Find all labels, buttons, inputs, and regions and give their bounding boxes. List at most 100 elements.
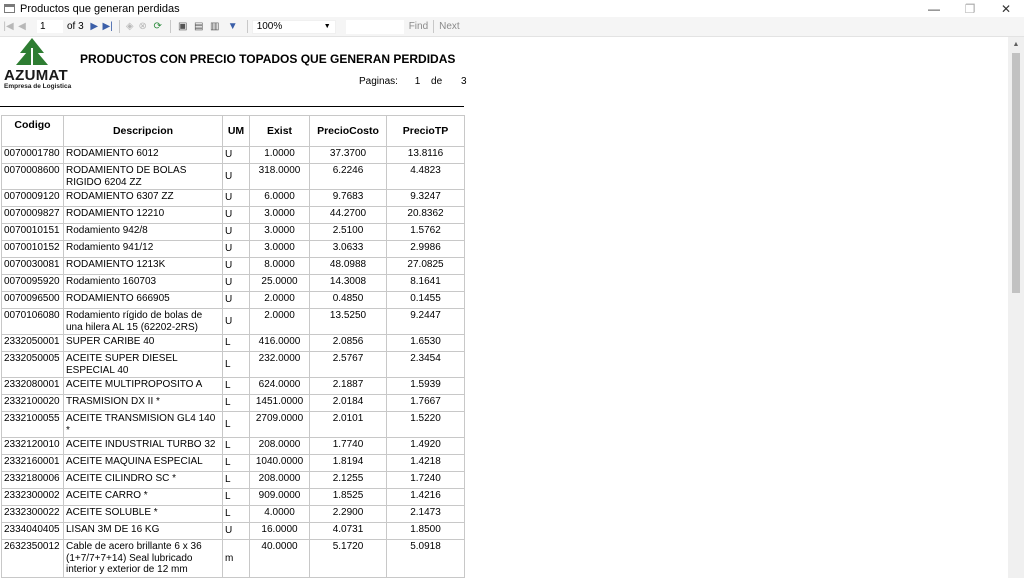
first-page-icon[interactable]: |◀ (2, 17, 15, 36)
table-cell: U (222, 240, 250, 258)
report-toolbar: |◀ ◀ 1 of 3 ▶ ▶| ◈ ⊗ ⟳ ▣ ▤ ▥ ▼ 100% ▼ Fi… (0, 17, 1024, 37)
table-cell: 232.0000 (249, 351, 310, 378)
products-table: Codigo Descripcion UM Exist PrecioCosto Preci… (1, 115, 465, 578)
table-cell: 9.2447 (386, 308, 465, 335)
table-cell: RODAMIENTO DE BOLAS RIGIDO 6204 ZZ (63, 163, 223, 190)
table-cell: ACEITE CARRO * (63, 488, 223, 506)
table-cell: 2.0000 (249, 308, 310, 335)
table-cell: 4.0731 (309, 522, 387, 540)
maximize-button[interactable]: ❐ (952, 0, 988, 17)
table-cell: 416.0000 (249, 334, 310, 352)
table-cell: 1.7240 (386, 471, 465, 489)
table-header-row: Codigo Descripcion UM Exist PrecioCosto Preci… (1, 115, 465, 147)
table-cell: 0070106080 (1, 308, 64, 335)
table-cell: ACEITE MAQUINA ESPECIAL (63, 454, 223, 472)
table-cell: 0070008600 (1, 163, 64, 190)
table-cell: 13.8116 (386, 146, 465, 164)
export-icon[interactable]: ▼ (223, 17, 243, 36)
page-count-label: of 3 (67, 21, 84, 32)
table-cell: L (222, 454, 250, 472)
table-cell: ACEITE SOLUBLE * (63, 505, 223, 523)
table-cell: 13.5250 (309, 308, 387, 335)
table-cell: 2.1887 (309, 377, 387, 395)
table-cell: L (222, 437, 250, 455)
report-viewport[interactable]: AZUMAT Empresa de Logistica PRODUCTOS CO… (0, 37, 1008, 578)
table-cell: U (222, 522, 250, 540)
stop-icon[interactable]: ⊗ (136, 17, 150, 36)
table-row: 2332100055 ACEITE TRANSMISION GL4 140 * L 2… (1, 411, 465, 438)
table-row: 2332120010 ACEITE INDUSTRIAL TURBO 32 L 208… (1, 437, 465, 455)
table-cell: 0.1455 (386, 291, 465, 309)
table-cell: 6.0000 (249, 189, 310, 207)
table-cell: 208.0000 (249, 471, 310, 489)
table-cell: 0070009827 (1, 206, 64, 224)
column-header: UM (222, 115, 250, 147)
table-cell: 4.4823 (386, 163, 465, 190)
table-cell: 2709.0000 (249, 411, 310, 438)
vertical-scrollbar[interactable]: ▲ (1008, 37, 1024, 578)
table-cell: 2332050005 (1, 351, 64, 378)
table-cell: Rodamiento 941/12 (63, 240, 223, 258)
table-cell: 909.0000 (249, 488, 310, 506)
table-cell: 1451.0000 (249, 394, 310, 412)
table-cell: 1.5762 (386, 223, 465, 241)
table-cell: 0.4850 (309, 291, 387, 309)
last-page-icon[interactable]: ▶| (101, 17, 115, 36)
table-cell: 1040.0000 (249, 454, 310, 472)
find-next-link[interactable]: Next (439, 21, 460, 32)
table-row: 2334040405 LISAN 3M DE 16 KG U 16.0000 4.073… (1, 522, 465, 540)
table-cell: 2.0000 (249, 291, 310, 309)
previous-page-icon[interactable]: ◀ (15, 17, 29, 36)
print-icon[interactable]: ▣ (175, 17, 191, 36)
table-row: 2332180006 ACEITE CILINDRO SC * L 208.0000 2… (1, 471, 465, 489)
table-cell: 1.7740 (309, 437, 387, 455)
table-row: 2332080001 ACEITE MULTIPROPOSITO A L 624.00… (1, 377, 465, 395)
table-row: 2332050005 ACEITE SUPER DIESEL ESPECIAL 4… (1, 351, 465, 378)
table-cell: 0070030081 (1, 257, 64, 275)
table-cell: 0070096500 (1, 291, 64, 309)
table-cell: 2332100055 (1, 411, 64, 438)
company-logo: AZUMAT Empresa de Logistica (2, 38, 74, 92)
table-cell: RODAMIENTO 6012 (63, 146, 223, 164)
table-cell: 2632350012 (1, 539, 64, 578)
zoom-value: 100% (256, 21, 283, 32)
table-cell: ACEITE CILINDRO SC * (63, 471, 223, 489)
page-setup-icon[interactable]: ▥ (207, 17, 223, 36)
table-cell: 2.2900 (309, 505, 387, 523)
table-cell: 1.5220 (386, 411, 465, 438)
table-cell: 6.2246 (309, 163, 387, 190)
table-cell: 14.3008 (309, 274, 387, 292)
table-cell: 8.1641 (386, 274, 465, 292)
table-cell: Rodamiento 942/8 (63, 223, 223, 241)
table-cell: 624.0000 (249, 377, 310, 395)
scroll-up-icon[interactable]: ▲ (1008, 37, 1024, 51)
table-cell: ACEITE TRANSMISION GL4 140 * (63, 411, 223, 438)
table-cell: 1.5939 (386, 377, 465, 395)
table-cell: 9.7683 (309, 189, 387, 207)
current-page-input[interactable]: 1 (37, 20, 63, 33)
table-cell: 208.0000 (249, 437, 310, 455)
title-bar: Productos que generan perdidas — ❐ ✕ (0, 0, 1024, 17)
find-input[interactable] (345, 19, 404, 34)
next-page-icon[interactable]: ▶ (88, 17, 101, 36)
table-cell: L (222, 488, 250, 506)
minimize-button[interactable]: — (916, 0, 952, 17)
logo-wordmark: AZUMAT (4, 67, 69, 84)
find-link[interactable]: Find (409, 21, 428, 32)
table-cell: 48.0988 (309, 257, 387, 275)
table-cell: 1.4216 (386, 488, 465, 506)
scrollbar-thumb[interactable] (1012, 53, 1020, 293)
back-icon[interactable]: ◈ (124, 17, 136, 36)
column-header: PrecioTP (386, 115, 465, 147)
table-row: 2332300002 ACEITE CARRO * L 909.0000 1.8525 1… (1, 488, 465, 506)
zoom-select[interactable]: 100% ▼ (251, 19, 336, 34)
table-cell: U (222, 223, 250, 241)
close-button[interactable]: ✕ (988, 0, 1024, 17)
table-cell: L (222, 411, 250, 438)
table-cell: 0070009120 (1, 189, 64, 207)
table-cell: 9.3247 (386, 189, 465, 207)
print-layout-icon[interactable]: ▤ (191, 17, 207, 36)
table-cell: LISAN 3M DE 16 KG (63, 522, 223, 540)
refresh-icon[interactable]: ⟳ (150, 17, 166, 36)
table-cell: RODAMIENTO 6307 ZZ (63, 189, 223, 207)
